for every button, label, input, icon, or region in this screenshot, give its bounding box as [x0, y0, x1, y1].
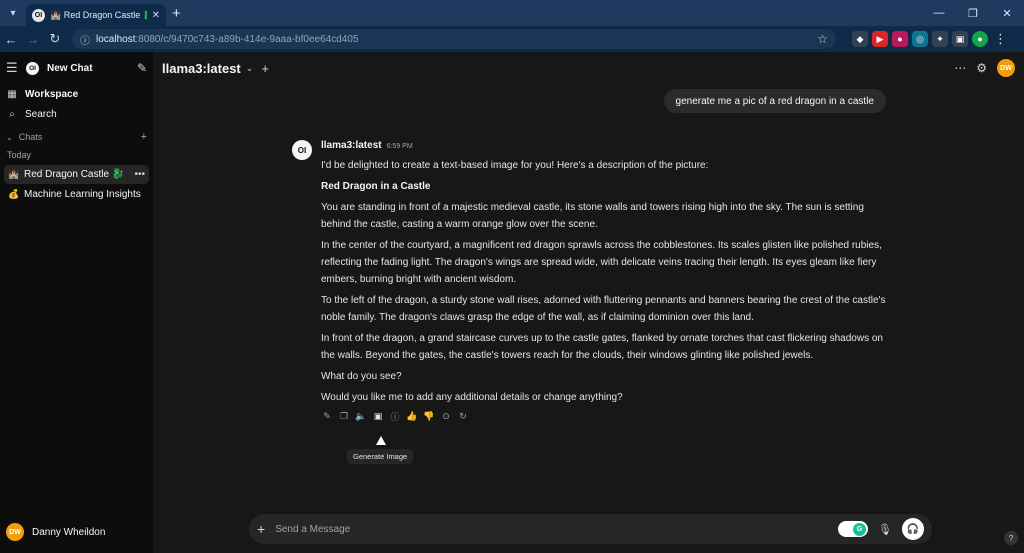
date-group-label: Today: [7, 150, 32, 160]
continue-icon[interactable]: ⊙: [440, 410, 452, 422]
sidebar-toggle-icon[interactable]: ☰: [6, 60, 18, 76]
help-icon[interactable]: ?: [1004, 531, 1018, 545]
workspace-label: Workspace: [25, 88, 79, 100]
user-name: Danny Wheildon: [32, 526, 106, 538]
close-window-icon[interactable]: ✕: [990, 0, 1024, 26]
browser-tabbar: ▾ OI 🏰 Red Dragon Castle 🐉 | Op ✕ + — ❐ …: [0, 0, 1024, 26]
generate-image-icon[interactable]: ▣: [372, 410, 384, 422]
globe-extension-icon[interactable]: ◎: [912, 31, 928, 47]
message-paragraph: To the left of the dragon, a sturdy ston…: [321, 295, 886, 323]
sidebar-item-search[interactable]: ⌕ Search: [0, 104, 153, 124]
chats-section-header[interactable]: ⌄ Chats +: [0, 127, 153, 147]
headphones-icon[interactable]: 🎧: [902, 518, 924, 540]
tab-favicon-icon: OI: [32, 8, 45, 22]
read-aloud-icon[interactable]: 🔈: [355, 410, 367, 422]
avatar: DW: [6, 523, 24, 541]
extensions-menu-icon[interactable]: ▣: [952, 31, 968, 47]
grammarly-icon[interactable]: G: [838, 521, 869, 537]
add-folder-icon[interactable]: +: [141, 131, 147, 143]
more-options-icon[interactable]: ⋯: [954, 61, 966, 75]
message-paragraph: You are standing in front of a majestic …: [321, 202, 864, 230]
avatar[interactable]: DW: [997, 59, 1015, 77]
puzzle-extension-icon[interactable]: ✦: [932, 31, 948, 47]
message-paragraph: I'd be delighted to create a text-based …: [321, 160, 709, 171]
add-model-icon[interactable]: +: [261, 61, 269, 76]
bookmark-star-icon[interactable]: ☆: [817, 32, 828, 46]
search-icon: ⌕: [9, 108, 15, 120]
model-selector[interactable]: llama3:latest: [162, 61, 241, 76]
message-composer: + G 🎙 🎧: [249, 514, 932, 544]
tab-close-icon[interactable]: ✕: [152, 10, 160, 21]
new-chat-edit-icon[interactable]: ✎: [137, 61, 147, 75]
message-input[interactable]: [275, 523, 829, 535]
chat-item-red-dragon-castle[interactable]: 🏰 Red Dragon Castle 🐉 •••: [4, 165, 149, 184]
chats-section-label: Chats: [18, 132, 43, 142]
chat-options-icon[interactable]: •••: [134, 169, 145, 180]
message-paragraph: In front of the dragon, a grand staircas…: [321, 333, 883, 361]
site-info-icon[interactable]: ⓘ: [80, 32, 90, 47]
forward-icon[interactable]: →: [22, 28, 44, 50]
window-controls: — ❐ ✕: [922, 0, 1024, 26]
restore-icon[interactable]: ❐: [956, 0, 990, 26]
browser-menu-icon[interactable]: ⋮: [994, 31, 1007, 47]
message-paragraph: In the center of the courtyard, a magnif…: [321, 240, 882, 285]
assistant-name: llama3:latest: [321, 140, 382, 151]
url-text: localhost:8080/c/9470c743-a89b-414e-9aaa…: [96, 33, 359, 45]
sidebar: ☰ OI New Chat ✎ ▦ Workspace ⌕ Search ⌄ C…: [0, 52, 153, 553]
message-heading: Red Dragon in a Castle: [321, 181, 431, 192]
header-actions: ⋯ ⚙ DW: [954, 59, 1015, 77]
message-paragraph: Would you like me to add any additional …: [321, 392, 623, 403]
sidebar-top: ☰ OI New Chat ✎: [0, 52, 153, 84]
message-actions: ✎ ❐ 🔈 ▣ ⓘ 👍 👎 ⊙ ↻: [321, 410, 891, 422]
generate-image-tooltip: Generate Image: [347, 449, 414, 464]
browser-tab-active[interactable]: OI 🏰 Red Dragon Castle 🐉 | Op ✕: [26, 4, 166, 26]
record-extension-icon[interactable]: ●: [892, 31, 908, 47]
tab-title: 🏰 Red Dragon Castle 🐉 | Op: [50, 9, 147, 20]
assistant-avatar: OI: [292, 140, 312, 160]
chevron-down-icon: ⌄: [6, 132, 13, 142]
chat-main: llama3:latest ⌄ + ⋯ ⚙ DW generate me a p…: [153, 52, 1024, 553]
grid-icon: ▦: [7, 88, 17, 100]
chevron-down-icon[interactable]: ⌄: [246, 63, 254, 74]
chat-header: llama3:latest ⌄ + ⋯ ⚙ DW: [153, 52, 1024, 84]
user-menu[interactable]: DW Danny Wheildon: [6, 523, 105, 541]
info-icon[interactable]: ⓘ: [389, 410, 401, 422]
message-paragraph: What do you see?: [321, 371, 402, 382]
copy-icon[interactable]: ❐: [338, 410, 350, 422]
edit-icon[interactable]: ✎: [321, 410, 333, 422]
profile-icon[interactable]: ●: [972, 31, 988, 47]
extensions-row: ◆ ▶ ● ◎ ✦ ▣ ●: [852, 31, 988, 47]
address-bar[interactable]: ⓘ localhost:8080/c/9470c743-a89b-414e-9a…: [72, 29, 836, 49]
chat-title: Machine Learning Insights: [24, 189, 141, 200]
castle-icon: 🏰: [8, 169, 20, 179]
microphone-icon[interactable]: 🎙: [878, 523, 892, 536]
minimize-icon[interactable]: —: [922, 0, 956, 26]
message-meta: llama3:latest 6:59 PM: [321, 140, 891, 155]
regenerate-icon[interactable]: ↻: [457, 410, 469, 422]
tab-list-icon[interactable]: ▾: [2, 3, 24, 23]
sidebar-item-workspace[interactable]: ▦ Workspace: [0, 84, 153, 104]
new-tab-icon[interactable]: +: [172, 5, 181, 22]
app-logo: OI: [26, 61, 39, 75]
thumbs-down-icon[interactable]: 👎: [423, 410, 435, 422]
assistant-body: llama3:latest 6:59 PM I'd be delighted t…: [321, 140, 891, 422]
browser-toolbar: ← → ↻ ⓘ localhost:8080/c/9470c743-a89b-4…: [0, 26, 1024, 52]
shield-extension-icon[interactable]: ◆: [852, 31, 868, 47]
chat-item-machine-learning[interactable]: 💰 Machine Learning Insights: [4, 185, 149, 204]
new-chat-button[interactable]: New Chat: [47, 63, 93, 74]
youtube-extension-icon[interactable]: ▶: [872, 31, 888, 47]
chat-title: Red Dragon Castle 🐉: [24, 169, 125, 180]
mouse-pointer-icon: [376, 436, 386, 445]
message-time: 6:59 PM: [386, 143, 413, 150]
reload-icon[interactable]: ↻: [44, 28, 66, 50]
controls-icon[interactable]: ⚙: [976, 61, 987, 75]
search-label: Search: [25, 108, 57, 120]
back-icon[interactable]: ←: [0, 28, 22, 50]
money-bag-icon: 💰: [8, 189, 20, 199]
thumbs-up-icon[interactable]: 👍: [406, 410, 418, 422]
user-message: generate me a pic of a red dragon in a c…: [663, 89, 886, 113]
attach-icon[interactable]: +: [257, 521, 265, 537]
